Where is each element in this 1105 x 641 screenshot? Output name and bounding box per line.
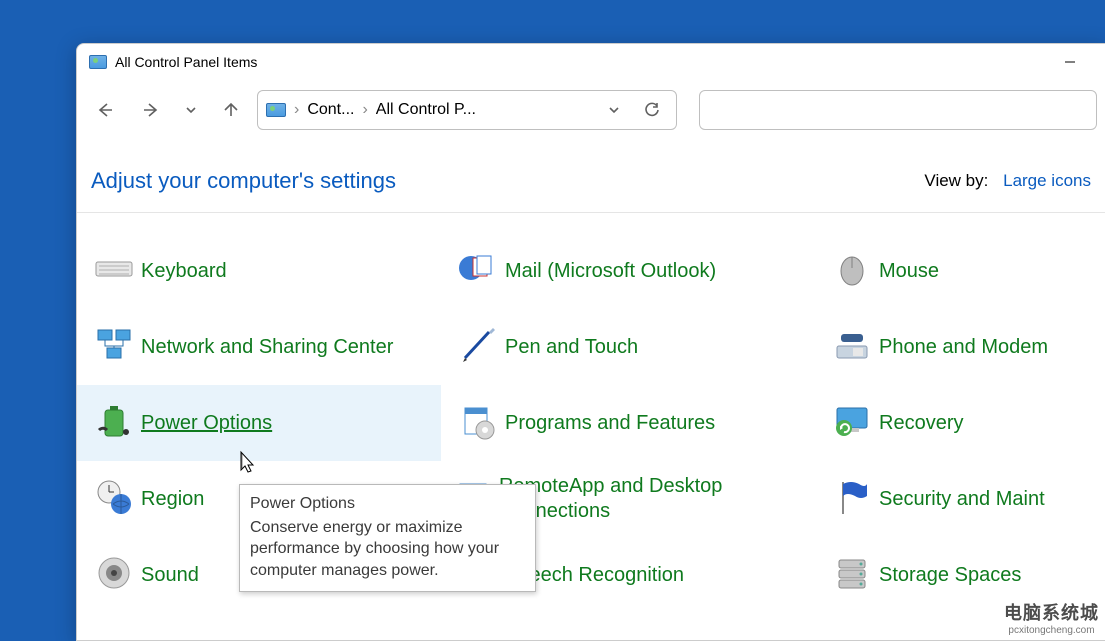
item-label: Recovery [879,411,967,436]
view-by-label: View by: [924,171,988,190]
pen-icon [457,324,499,371]
clock-globe-icon [93,476,135,523]
item-label: Mail (Microsoft Outlook) [505,259,720,284]
chevron-right-icon: › [292,101,301,119]
item-label: Region [141,487,208,512]
flag-icon [831,476,873,523]
watermark-text: 电脑系统城 [1004,603,1099,623]
address-bar[interactable]: › Cont... › All Control P... [257,90,677,130]
item-label: Storage Spaces [879,563,1025,588]
phone-icon [831,324,873,371]
tooltip-title: Power Options [250,493,525,515]
item-network-sharing[interactable]: Network and Sharing Center [77,309,441,385]
item-label: Network and Sharing Center [141,335,397,360]
drives-icon [831,552,873,599]
keyboard-icon [93,248,135,295]
item-label: Keyboard [141,259,231,284]
content-header: Adjust your computer's settings View by:… [77,140,1105,212]
tooltip: Power Options Conserve energy or maximiz… [239,484,536,592]
item-security-maintenance[interactable]: Security and Maint [815,461,1105,537]
item-label: Power Options [141,411,276,436]
item-label: Pen and Touch [505,335,642,360]
forward-button[interactable] [131,90,171,130]
page-heading: Adjust your computer's settings [91,168,396,194]
programs-icon [457,400,499,447]
item-label: RemoteApp and Desktop Connections [499,474,805,524]
control-panel-icon [266,103,286,117]
item-keyboard[interactable]: Keyboard [77,233,441,309]
item-power-options[interactable]: Power Options [77,385,441,461]
speaker-icon [93,552,135,599]
battery-icon [93,400,135,447]
control-panel-window: All Control Panel Items › Cont... › All … [76,43,1105,641]
view-by-control: View by: Large icons [924,171,1091,191]
control-panel-icon [89,55,107,69]
item-label: Security and Maint [879,487,1049,512]
refresh-button[interactable] [636,94,668,126]
history-dropdown-button[interactable] [598,94,630,126]
item-programs-features[interactable]: Programs and Features [441,385,815,461]
item-mouse[interactable]: Mouse [815,233,1105,309]
up-button[interactable] [211,90,251,130]
minimize-button[interactable] [1047,47,1093,77]
watermark-sub: pcxitongcheng.com [1004,625,1099,636]
watermark: 电脑系统城 pcxitongcheng.com [1004,599,1099,636]
item-recovery[interactable]: Recovery [815,385,1105,461]
items-grid: Keyboard Mail (Microsoft Outlook) Mouse … [77,213,1105,613]
breadcrumb-item[interactable]: All Control P... [376,101,476,119]
item-label: Mouse [879,259,943,284]
tooltip-body: Conserve energy or maximize performance … [250,517,525,582]
item-phone-modem[interactable]: Phone and Modem [815,309,1105,385]
back-button[interactable] [85,90,125,130]
window-title: All Control Panel Items [115,54,257,70]
search-input[interactable] [699,90,1097,130]
recovery-icon [831,400,873,447]
mouse-icon [831,248,873,295]
network-icon [93,324,135,371]
nav-toolbar: › Cont... › All Control P... [77,80,1105,140]
item-label: Sound [141,563,203,588]
item-label: Phone and Modem [879,335,1052,360]
breadcrumb-item[interactable]: Cont... [307,101,354,119]
item-mail[interactable]: Mail (Microsoft Outlook) [441,233,815,309]
chevron-right-icon: › [360,101,369,119]
recent-locations-button[interactable] [177,90,205,130]
item-pen-touch[interactable]: Pen and Touch [441,309,815,385]
view-by-dropdown[interactable]: Large icons [1003,171,1091,190]
mail-icon [457,248,499,295]
item-label: Programs and Features [505,411,719,436]
titlebar: All Control Panel Items [77,44,1105,80]
